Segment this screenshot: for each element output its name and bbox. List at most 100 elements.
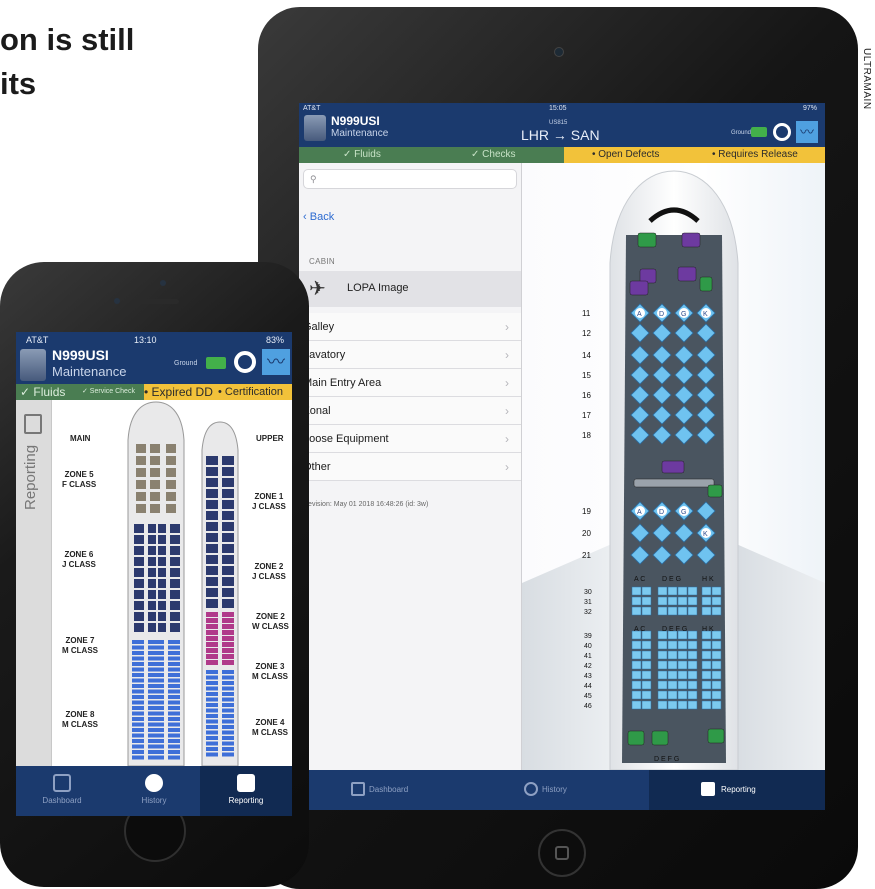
avatar[interactable] — [304, 115, 326, 141]
seat[interactable] — [711, 670, 722, 680]
seat[interactable] — [148, 744, 164, 749]
seat[interactable] — [677, 650, 688, 660]
seat[interactable] — [168, 651, 180, 655]
seat[interactable] — [168, 728, 180, 732]
seat[interactable] — [222, 654, 234, 659]
seat[interactable] — [641, 700, 652, 710]
seat[interactable] — [667, 596, 678, 606]
seat[interactable] — [136, 444, 146, 453]
seat[interactable] — [206, 660, 218, 665]
seat[interactable] — [206, 675, 218, 680]
seat[interactable] — [206, 555, 218, 564]
seat[interactable] — [148, 535, 156, 544]
back-button[interactable]: ‹ Back — [303, 211, 334, 223]
seat[interactable] — [158, 568, 166, 577]
seat[interactable] — [687, 660, 698, 670]
seat[interactable] — [206, 642, 218, 647]
seat[interactable] — [206, 533, 218, 542]
seat[interactable] — [170, 524, 180, 533]
seat[interactable] — [206, 599, 218, 608]
seat[interactable] — [631, 680, 642, 690]
seat[interactable] — [711, 690, 722, 700]
seat[interactable] — [132, 700, 144, 705]
seat[interactable] — [222, 648, 234, 653]
seat[interactable] — [206, 544, 218, 553]
seat[interactable] — [677, 660, 688, 670]
seat[interactable] — [657, 670, 668, 680]
seat[interactable] — [222, 624, 234, 629]
status-certification[interactable]: • Certification — [218, 384, 283, 400]
seat[interactable] — [711, 650, 722, 660]
seat[interactable] — [667, 650, 678, 660]
seat[interactable] — [166, 456, 176, 465]
seat[interactable] — [222, 747, 234, 751]
seat[interactable] — [631, 640, 642, 650]
seat[interactable] — [222, 719, 234, 724]
seat[interactable] — [148, 678, 164, 683]
seat[interactable] — [132, 645, 144, 650]
seat[interactable] — [158, 590, 166, 599]
seat[interactable] — [641, 650, 652, 660]
seat[interactable] — [222, 522, 234, 531]
seat[interactable] — [677, 690, 688, 700]
seat[interactable] — [136, 468, 146, 477]
seat[interactable] — [132, 695, 144, 699]
seat[interactable] — [132, 722, 144, 727]
seat[interactable] — [206, 566, 218, 575]
seat[interactable] — [150, 480, 160, 489]
seat[interactable] — [206, 577, 218, 586]
seat[interactable] — [134, 601, 144, 610]
status-open-defects[interactable]: • Open Defects — [592, 147, 659, 163]
seat[interactable] — [206, 730, 218, 735]
seat[interactable] — [206, 612, 218, 617]
seat[interactable] — [641, 680, 652, 690]
tab-dashboard[interactable]: Dashboard — [299, 770, 474, 810]
seat[interactable] — [222, 577, 234, 586]
seat[interactable] — [222, 675, 234, 680]
seat[interactable] — [701, 670, 712, 680]
seat[interactable] — [168, 750, 180, 754]
status-fluids[interactable]: ✓ Fluids — [343, 147, 381, 163]
seat[interactable] — [206, 630, 218, 635]
seat[interactable] — [631, 700, 642, 710]
seat[interactable] — [148, 728, 164, 732]
seat[interactable] — [701, 680, 712, 690]
seat[interactable] — [206, 714, 218, 718]
seat[interactable] — [222, 692, 234, 696]
seat[interactable] — [132, 706, 144, 710]
seat[interactable] — [132, 711, 144, 716]
seat[interactable] — [631, 586, 642, 596]
seat[interactable] — [206, 456, 218, 465]
home-button[interactable] — [538, 829, 586, 877]
seat[interactable] — [168, 711, 180, 716]
seat[interactable] — [170, 557, 180, 566]
seat[interactable] — [222, 636, 234, 641]
seat[interactable] — [150, 444, 160, 453]
seat[interactable] — [711, 596, 722, 606]
zone-label[interactable]: ZONE 1J CLASS — [252, 492, 286, 512]
seat[interactable] — [667, 640, 678, 650]
seat[interactable] — [222, 642, 234, 647]
seat[interactable] — [206, 624, 218, 629]
seat[interactable] — [631, 670, 642, 680]
seat[interactable] — [222, 681, 234, 685]
seat[interactable] — [677, 700, 688, 710]
seat[interactable] — [132, 662, 144, 666]
seat[interactable] — [222, 708, 234, 713]
seat[interactable] — [148, 733, 164, 738]
seat[interactable] — [657, 660, 668, 670]
wave-icon[interactable]: 〰 — [796, 121, 818, 143]
seat[interactable] — [667, 660, 678, 670]
seat[interactable] — [701, 606, 712, 616]
seat[interactable] — [168, 662, 180, 666]
seat[interactable] — [170, 623, 180, 632]
globe-icon[interactable] — [773, 123, 791, 141]
seat[interactable] — [168, 684, 180, 688]
seat[interactable] — [148, 623, 156, 632]
seat[interactable] — [148, 717, 164, 721]
seat[interactable] — [701, 700, 712, 710]
seat[interactable] — [711, 606, 722, 616]
seat[interactable] — [222, 599, 234, 608]
seat[interactable] — [641, 660, 652, 670]
ground-toggle[interactable] — [206, 357, 226, 369]
